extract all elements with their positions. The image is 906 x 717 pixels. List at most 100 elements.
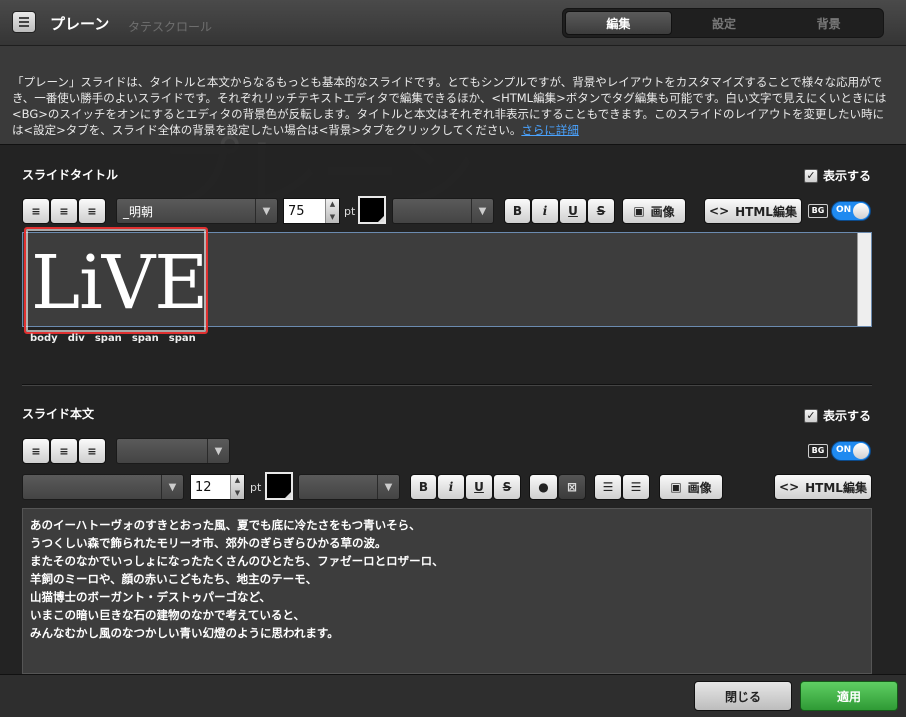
title-bar: プレーン タテスクロール 編集 設定 背景	[0, 0, 906, 46]
title-size-unit: pt	[344, 205, 356, 218]
body-image-button[interactable]: ▣ 画像	[659, 474, 723, 500]
bold-icon: B	[418, 480, 429, 494]
align-center-button[interactable]: ≡	[50, 198, 78, 224]
align-right-icon: ≡	[87, 204, 97, 218]
body-bg-toggle[interactable]: ON	[831, 441, 871, 461]
close-button[interactable]: 閉じる	[694, 681, 792, 711]
body-line: うつくしい森で飾られたモリーオ市、郊外のぎらぎらひかる草の波。	[30, 536, 387, 550]
path-item[interactable]: div	[68, 333, 85, 344]
more-details-link[interactable]: さらに詳細	[521, 123, 579, 137]
body-html-label: HTML編集	[805, 480, 867, 495]
align-left-icon: ≡	[31, 444, 41, 458]
path-item[interactable]: span	[169, 333, 196, 344]
body-line-height-select[interactable]: ▼	[116, 438, 230, 464]
numbered-list-icon: ☰	[630, 480, 642, 494]
title-font-size-value: 75	[288, 203, 305, 219]
dialog-footer: 閉じる 適用	[0, 674, 906, 717]
body-size-unit: pt	[250, 481, 262, 494]
body-content[interactable]: あのイーハトーヴォのすきとおった風、夏でも底に冷たさをもつ青いそら、 うつくしい…	[30, 516, 444, 642]
title-editor-scrollbar[interactable]	[857, 233, 871, 326]
body-font-size-stepper[interactable]: 12 ▲ ▼	[190, 474, 245, 500]
body-show-checkbox[interactable]: ✓	[804, 408, 818, 423]
chevron-down-icon: ▼	[161, 475, 183, 499]
body-italic-button[interactable]: i	[437, 474, 465, 500]
unlink-icon: ⊠	[566, 480, 578, 494]
path-item[interactable]: body	[30, 333, 58, 344]
title-image-button[interactable]: ▣ 画像	[622, 198, 686, 224]
title-html-edit-button[interactable]: <> HTML編集	[704, 198, 802, 224]
code-icon: <>	[779, 480, 800, 494]
title-image-label: 画像	[650, 204, 675, 219]
title-bg-label: BG	[808, 204, 828, 218]
body-bg-label: BG	[808, 444, 828, 458]
title-show-toggle[interactable]: ✓ 表示する	[804, 167, 871, 184]
body-underline-button[interactable]: U	[465, 474, 493, 500]
path-item[interactable]: span	[95, 333, 122, 344]
body-align-right-button[interactable]: ≡	[78, 438, 106, 464]
title-style-select[interactable]: ▼	[392, 198, 494, 224]
body-font-size-value: 12	[195, 479, 212, 495]
chevron-down-icon: ▼	[471, 199, 493, 223]
body-bold-button[interactable]: B	[410, 474, 437, 500]
code-icon: <>	[709, 204, 730, 218]
align-left-button[interactable]: ≡	[22, 198, 50, 224]
chevron-down-icon: ▼	[255, 199, 277, 223]
chevron-down-icon: ▼	[207, 439, 229, 463]
body-align-center-button[interactable]: ≡	[50, 438, 78, 464]
body-bg-toggle-label: ON	[836, 445, 852, 455]
title-font-select[interactable]: _明朝 ▼	[116, 198, 278, 224]
path-item[interactable]: span	[132, 333, 159, 344]
title-bg-toggle[interactable]: ON	[831, 201, 871, 221]
body-style-select[interactable]: ▼	[298, 474, 400, 500]
tab-edit[interactable]: 編集	[565, 11, 672, 35]
bold-button[interactable]: B	[504, 198, 531, 224]
tab-background[interactable]: 背景	[776, 11, 881, 35]
italic-button[interactable]: i	[531, 198, 559, 224]
bullet-list-button[interactable]: ☰	[594, 474, 622, 500]
body-image-label: 画像	[687, 480, 712, 495]
window-title: プレーン	[50, 15, 110, 33]
body-strikethrough-button[interactable]: S	[493, 474, 521, 500]
selection-highlight	[24, 227, 208, 334]
image-icon: ▣	[633, 204, 645, 218]
title-show-checkbox[interactable]: ✓	[804, 168, 818, 183]
title-color-picker[interactable]	[358, 196, 386, 224]
globe-icon: ●	[538, 480, 549, 494]
title-html-label: HTML編集	[735, 204, 797, 219]
unlink-button[interactable]: ⊠	[558, 474, 586, 500]
stepper-arrows-icon[interactable]: ▲ ▼	[230, 475, 244, 499]
align-center-icon: ≡	[59, 204, 69, 218]
title-font-size-stepper[interactable]: 75 ▲ ▼	[283, 198, 340, 224]
tab-settings[interactable]: 設定	[672, 11, 777, 35]
bold-icon: B	[512, 204, 523, 218]
body-line: 羊飼のミーロや、顔の赤いこどもたち、地主のテーモ、	[30, 572, 318, 586]
body-html-edit-button[interactable]: <> HTML編集	[774, 474, 872, 500]
body-line: いまこの暗い巨きな石の建物のなかで考えていると、	[30, 608, 305, 622]
underline-icon: U	[474, 480, 484, 494]
tab-bar: 編集 設定 背景	[562, 8, 884, 38]
body-color-picker[interactable]	[265, 472, 293, 500]
chevron-down-icon: ▼	[377, 475, 399, 499]
body-section-label: スライド本文	[22, 407, 95, 421]
strikethrough-button[interactable]: S	[587, 198, 615, 224]
body-align-left-button[interactable]: ≡	[22, 438, 50, 464]
menu-icon[interactable]	[12, 11, 36, 33]
italic-icon: i	[448, 480, 454, 494]
italic-icon: i	[542, 204, 548, 218]
link-button[interactable]: ●	[529, 474, 558, 500]
underline-button[interactable]: U	[559, 198, 587, 224]
body-line: またそのなかでいっしょになったたくさんのひとたち、ファゼーロとロザーロ、	[30, 554, 444, 568]
body-show-toggle[interactable]: ✓ 表示する	[804, 407, 871, 424]
apply-button[interactable]: 適用	[800, 681, 898, 711]
align-right-button[interactable]: ≡	[78, 198, 106, 224]
body-show-label: 表示する	[823, 409, 872, 423]
title-element-path: body div span span span	[30, 333, 196, 344]
body-font-select[interactable]: ▼	[22, 474, 184, 500]
title-font-value: _明朝	[123, 204, 154, 219]
stepper-arrows-icon[interactable]: ▲ ▼	[325, 199, 339, 223]
strikethrough-icon: S	[596, 204, 606, 218]
align-center-icon: ≡	[59, 444, 69, 458]
scroll-hint: タテスクロール	[128, 20, 213, 34]
body-line: 山猫博士のボーガント・デストゥパーゴなど、	[30, 590, 271, 604]
numbered-list-button[interactable]: ☰	[622, 474, 650, 500]
